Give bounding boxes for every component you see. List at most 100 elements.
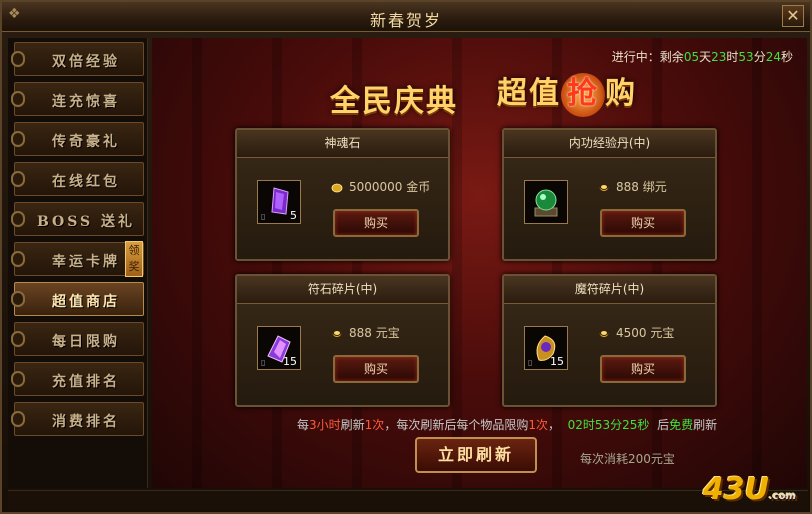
ring-ornament-icon [11,171,25,187]
ring-ornament-icon [11,411,25,427]
sidebar-item-label: 充值排名 [52,374,120,390]
ring-ornament-icon [11,251,25,267]
sidebar-item-label: 连充惊喜 [52,94,120,110]
title-bar: ❖ 新春贺岁 ✕ [2,2,810,32]
buy-button[interactable]: 购买 [600,209,686,237]
price-currency: 元宝 [650,326,675,340]
sidebar-item-online-red-packet[interactable]: 在线红包 [11,162,144,196]
banner-celebration: 全民庆典 [330,84,458,119]
buy-button[interactable]: 购买 [600,355,686,383]
window-title: 新春贺岁 [369,11,442,30]
bound-lock-icon: ▯ [261,358,266,367]
refresh-text: 后 [657,418,670,432]
buy-button[interactable]: 购买 [333,355,419,383]
sidebar-item-recharge-surprise[interactable]: 连充惊喜 [11,82,144,116]
price-currency: 金币 [406,180,431,194]
curtain-fold [192,38,202,488]
logo-suffix: .com [768,491,796,502]
countdown-minutes: 53 [738,50,754,64]
claim-reward-badge[interactable]: 领奖 [125,241,143,277]
sidebar-item-daily-limited[interactable]: 每日限购 [11,322,144,356]
game-window: ❖ 新春贺岁 ✕ 双倍经验 连充惊喜 传奇豪礼 在线红包 BOSS 送礼 幸运卡… [0,0,812,514]
item-quantity: 15 [550,355,564,368]
item-slot[interactable]: ▯ 15 [257,326,301,370]
sidebar-item-label: 双倍经验 [52,54,120,70]
logo-text: 43U [702,472,769,507]
product-name: 神魂石 [237,130,448,158]
product-name: 符石碎片(中) [237,276,448,304]
refresh-text: 刷新 [340,418,365,432]
free-label: 免费 [669,418,694,432]
product-price: 4500 元宝 [598,324,674,341]
close-button[interactable]: ✕ [782,5,804,27]
refresh-count: 1次 [364,418,385,432]
product-price: 888 绑元 [598,178,667,195]
refresh-interval: 3小时 [309,418,341,432]
shop-panel: 进行中：剩余05天23时53分24秒 全民庆典 超值抢购 神魂石 ▯ 5 500… [152,38,807,488]
sidebar-item-legend-gift[interactable]: 传奇豪礼 [11,122,144,156]
price-amount: 5000000 [349,180,403,194]
ring-ornament-icon [11,331,25,347]
product-card: 符石碎片(中) ▯ 15 888 元宝 购买 [235,274,450,407]
sidebar-item-label: 超值商店 [52,294,120,310]
banner-text: 购 [605,76,637,111]
product-card: 神魂石 ▯ 5 5000000 金币 购买 [235,128,450,261]
ring-ornament-icon [11,291,25,307]
countdown-unit: 天 [699,50,712,64]
banner-flash-sale: 超值抢购 [497,68,637,117]
refresh-text: ， [547,418,560,432]
sidebar-item-label: 消费排名 [52,414,120,430]
yuanbao-icon [599,330,609,337]
sidebar-item-label: 每日限购 [52,334,120,350]
footer-bar [8,490,808,510]
bound-lock-icon: ▯ [528,358,533,367]
refresh-now-button[interactable]: 立即刷新 [415,437,537,473]
refresh-timer: 02时53分25秒 [567,418,650,432]
refresh-text: 刷新 [693,418,718,432]
site-logo: 43U.com [703,472,796,507]
sidebar-item-recharge-rank[interactable]: 充值排名 [11,362,144,396]
product-card: 内功经验丹(中) 888 绑元 购买 [502,128,717,261]
item-quantity: 5 [290,209,297,222]
sidebar-item-label: 传奇豪礼 [52,134,120,150]
ring-ornament-icon [11,211,25,227]
refresh-text: 每 [297,418,310,432]
item-slot[interactable] [524,180,568,224]
purchase-limit: 1次 [528,418,548,432]
product-name: 内功经验丹(中) [504,130,715,158]
buy-button[interactable]: 购买 [333,209,419,237]
curtain-fold [752,38,762,488]
countdown-unit: 秒 [780,50,793,64]
countdown-hours: 23 [711,50,727,64]
price-amount: 888 [349,326,372,340]
refresh-text: ，每次刷新后每个物品限购 [384,418,529,432]
sidebar-item-label: 在线红包 [52,174,120,190]
countdown-unit: 时 [726,50,739,64]
sidebar-item-value-shop[interactable]: 超值商店 [11,282,144,316]
green-orb-icon [534,189,558,217]
ring-ornament-icon [11,91,25,107]
product-name: 魔符碎片(中) [504,276,715,304]
countdown-seconds: 24 [765,50,781,64]
item-slot[interactable]: ▯ 5 [257,180,301,224]
price-currency: 元宝 [375,326,400,340]
price-currency: 绑元 [642,180,667,194]
item-quantity: 15 [283,355,297,368]
product-price: 888 元宝 [331,324,400,341]
yuanbao-icon [599,184,609,191]
countdown-days: 05 [683,50,700,64]
sidebar-item-boss-gift[interactable]: BOSS 送礼 [11,202,144,236]
yuanbao-icon [332,330,342,337]
sidebar-item-spend-rank[interactable]: 消费排名 [11,402,144,436]
sidebar-item-double-exp[interactable]: 双倍经验 [11,42,144,76]
banner-text: 超值 [497,76,561,111]
product-price: 5000000 金币 [331,178,430,195]
countdown-unit: 分 [753,50,766,64]
item-slot[interactable]: ▯ 15 [524,326,568,370]
ring-ornament-icon [11,371,25,387]
price-amount: 4500 [616,326,647,340]
curtain-fold [272,38,282,488]
refresh-info: 每3小时刷新1次，每次刷新后每个物品限购1次， 02时53分25秒 后免费刷新 [297,416,717,433]
ring-ornament-icon [11,131,25,147]
bound-lock-icon: ▯ [261,212,266,221]
